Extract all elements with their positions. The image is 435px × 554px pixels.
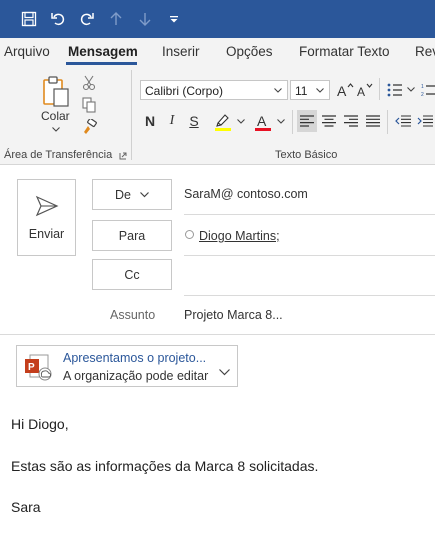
body-signature: Sara xyxy=(11,499,41,515)
cc-button[interactable]: Cc xyxy=(92,259,172,290)
redo-icon[interactable] xyxy=(75,7,99,31)
undo-icon[interactable] xyxy=(46,7,70,31)
divider xyxy=(184,295,435,296)
bullets-dropdown-icon[interactable] xyxy=(406,84,416,94)
bold-button[interactable]: N xyxy=(142,112,158,130)
svg-text:A: A xyxy=(337,83,347,98)
presence-icon xyxy=(185,230,194,239)
tab-revisao[interactable]: Rev xyxy=(415,44,435,59)
font-size-value: 11 xyxy=(295,84,308,98)
font-size-dropdown-icon[interactable] xyxy=(316,88,324,93)
svg-text:A: A xyxy=(357,85,365,98)
to-button[interactable]: Para xyxy=(92,220,172,251)
align-center-icon[interactable] xyxy=(319,110,339,132)
separator xyxy=(379,78,380,100)
divider xyxy=(184,255,435,256)
clipboard-group-label: Área de Transferência xyxy=(4,149,113,161)
svg-text:A: A xyxy=(257,113,267,129)
bullets-icon[interactable] xyxy=(386,81,404,99)
paste-icon[interactable] xyxy=(40,74,72,110)
grow-font-icon[interactable]: A xyxy=(336,81,354,99)
ribbon: Colar Área de Transferência Calibri (Cor… xyxy=(0,66,435,165)
font-name-combobox[interactable]: Calibri (Corpo) xyxy=(140,80,288,100)
send-button[interactable]: Enviar xyxy=(17,179,76,256)
tab-formatar-texto[interactable]: Formatar Texto xyxy=(299,44,390,59)
attachment-permission: A organização pode editar xyxy=(63,369,209,383)
decrease-indent-icon[interactable] xyxy=(393,110,413,132)
powerpoint-file-icon: P xyxy=(23,352,53,382)
cut-icon[interactable] xyxy=(80,74,98,92)
svg-text:1: 1 xyxy=(421,84,424,90)
font-size-combobox[interactable]: 11 xyxy=(290,80,330,100)
separator xyxy=(387,110,388,134)
to-recipient[interactable]: Diogo Martins; xyxy=(199,229,280,243)
align-right-icon[interactable] xyxy=(341,110,361,132)
tab-inserir[interactable]: Inserir xyxy=(162,44,200,59)
attachment-name: Apresentamos o projeto... xyxy=(63,351,207,365)
send-label: Enviar xyxy=(28,226,65,241)
attachment-card[interactable]: P Apresentamos o projeto... A organizaçã… xyxy=(16,345,238,387)
svg-text:2: 2 xyxy=(421,92,424,97)
divider xyxy=(0,334,435,335)
paste-label[interactable]: Colar xyxy=(41,109,70,123)
highlight-icon[interactable] xyxy=(212,111,234,133)
save-icon[interactable] xyxy=(17,7,41,31)
justify-icon[interactable] xyxy=(363,110,383,132)
format-painter-icon[interactable] xyxy=(80,118,98,136)
align-left-icon[interactable] xyxy=(297,110,317,132)
separator xyxy=(292,110,293,134)
paste-dropdown-icon[interactable] xyxy=(49,124,63,134)
from-value: SaraM@ contoso.com xyxy=(184,187,308,201)
subject-label: Assunto xyxy=(110,308,156,322)
divider xyxy=(184,214,435,215)
italic-button[interactable]: I xyxy=(164,112,180,130)
dialog-launcher-icon[interactable] xyxy=(118,151,128,161)
group-separator xyxy=(131,70,132,160)
increase-indent-icon[interactable] xyxy=(415,110,435,132)
message-body[interactable]: Hi Diogo, Estas são as informações da Ma… xyxy=(0,400,435,554)
customize-toolbar-icon[interactable] xyxy=(162,7,186,31)
from-dropdown-icon xyxy=(140,191,149,197)
font-name-value: Calibri (Corpo) xyxy=(145,84,224,98)
tab-mensagem[interactable]: Mensagem xyxy=(68,44,138,59)
tab-opcoes[interactable]: Opções xyxy=(226,44,273,59)
from-label: De xyxy=(115,187,131,202)
subject-input[interactable]: Projeto Marca 8... xyxy=(184,308,283,322)
cc-input[interactable] xyxy=(184,261,435,294)
tab-arquivo[interactable]: Arquivo xyxy=(4,44,50,59)
copy-icon[interactable] xyxy=(80,96,98,114)
body-greeting: Hi Diogo, xyxy=(11,416,69,432)
send-icon xyxy=(35,195,58,216)
arrow-up-icon[interactable] xyxy=(104,7,128,31)
font-color-dropdown-icon[interactable] xyxy=(276,116,286,126)
attachment-dropdown-icon[interactable] xyxy=(219,363,231,376)
from-button[interactable]: De xyxy=(92,179,172,210)
ribbon-tabs: Arquivo Mensagem Inserir Opções Formatar… xyxy=(0,38,435,66)
underline-button[interactable]: S xyxy=(186,112,202,130)
numbering-icon[interactable]: 12 xyxy=(420,81,435,99)
basic-text-group-label: Texto Básico xyxy=(275,149,338,161)
font-color-icon[interactable]: A xyxy=(252,111,274,133)
arrow-down-icon[interactable] xyxy=(133,7,157,31)
shrink-font-icon[interactable]: A xyxy=(356,81,374,99)
font-name-dropdown-icon[interactable] xyxy=(274,88,282,93)
svg-text:P: P xyxy=(28,362,35,373)
highlight-dropdown-icon[interactable] xyxy=(236,116,246,126)
title-bar xyxy=(0,0,435,38)
active-tab-indicator xyxy=(66,62,137,65)
body-line: Estas são as informações da Marca 8 soli… xyxy=(11,458,319,474)
